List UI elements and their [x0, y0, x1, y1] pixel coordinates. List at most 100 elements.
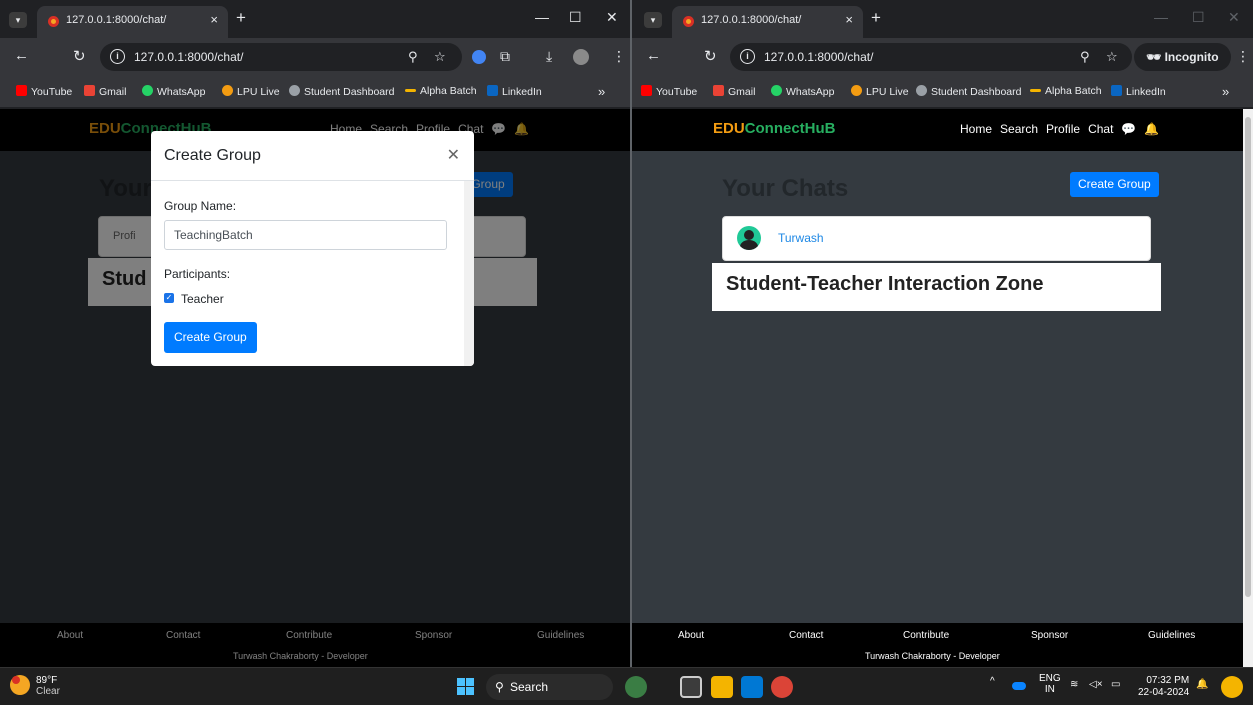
- footer-about[interactable]: About: [678, 630, 704, 641]
- bookmark-whatsapp[interactable]: WhatsApp: [771, 85, 834, 98]
- reload-icon[interactable]: ↻: [704, 47, 717, 65]
- clock[interactable]: 07:32 PM 22-04-2024: [1138, 675, 1189, 699]
- task-view-icon[interactable]: [680, 676, 702, 698]
- copilot-icon[interactable]: [1221, 676, 1243, 698]
- more-bookmarks-icon[interactable]: »: [598, 84, 605, 99]
- bookmark-gmail[interactable]: Gmail: [84, 85, 126, 98]
- create-group-submit-button[interactable]: Create Group: [164, 322, 257, 353]
- windows-start-icon[interactable]: [457, 678, 475, 696]
- wifi-icon[interactable]: ≋: [1070, 679, 1078, 690]
- search-icon: ⚲: [495, 680, 504, 694]
- file-explorer-icon[interactable]: [711, 676, 733, 698]
- battery-icon[interactable]: ▭: [1111, 679, 1120, 690]
- widgets-app-icon[interactable]: [625, 676, 647, 698]
- interaction-zone-card: Student-Teacher Interaction Zone: [712, 263, 1161, 311]
- scrollbar-thumb[interactable]: [1245, 117, 1251, 597]
- bookmark-gmail[interactable]: Gmail: [713, 85, 755, 98]
- create-group-modal: Create Group ✕ Group Name: TeachingBatch…: [151, 131, 474, 366]
- tab-search-icon[interactable]: ▾: [9, 12, 27, 28]
- nav-home[interactable]: Home: [960, 122, 992, 136]
- back-icon[interactable]: ←: [646, 47, 661, 64]
- browser-tab[interactable]: 127.0.0.1:8000/chat/ ×: [672, 6, 863, 38]
- minimize-icon[interactable]: —: [535, 9, 549, 25]
- bookmark-star-icon[interactable]: ☆: [434, 49, 446, 65]
- weather-icon[interactable]: [10, 675, 30, 695]
- chrome-icon[interactable]: [771, 676, 793, 698]
- close-window-icon[interactable]: ✕: [1228, 9, 1240, 26]
- maximize-icon[interactable]: ☐: [569, 9, 582, 26]
- footer-credit: Turwash Chakraborty - Developer: [865, 651, 1000, 661]
- address-bar[interactable]: i 127.0.0.1:8000/chat/ ⚲ ☆: [100, 43, 462, 71]
- favicon-icon: [48, 16, 59, 27]
- nav-chat[interactable]: Chat: [1088, 122, 1113, 136]
- bookmark-whatsapp[interactable]: WhatsApp: [142, 85, 205, 98]
- site-info-icon[interactable]: i: [740, 49, 755, 64]
- extensions-puzzle-icon[interactable]: ⧉: [500, 48, 510, 65]
- footer-sponsor[interactable]: Sponsor: [1031, 630, 1068, 641]
- incognito-badge[interactable]: 🕶 Incognito: [1134, 43, 1231, 71]
- close-tab-icon[interactable]: ×: [845, 12, 853, 27]
- whatsapp-icon: [142, 85, 153, 96]
- new-tab-button[interactable]: +: [871, 8, 881, 28]
- bookmark-linkedin[interactable]: LinkedIn: [1111, 85, 1166, 98]
- bookmark-youtube[interactable]: YouTube: [16, 85, 72, 98]
- site-brand[interactable]: EDUConnectHuB: [713, 120, 836, 137]
- more-bookmarks-icon[interactable]: »: [1222, 84, 1229, 99]
- chat-list-item[interactable]: Turwash: [722, 216, 1151, 261]
- bookmark-student-dashboard[interactable]: Student Dashboard: [289, 85, 394, 98]
- chat-bubble-icon[interactable]: 💬: [1121, 122, 1136, 136]
- notification-bell-icon[interactable]: 🔔: [1196, 679, 1208, 690]
- tray-overflow-icon[interactable]: ^: [990, 676, 995, 687]
- extension-icon[interactable]: [472, 50, 486, 64]
- globe-icon: [916, 85, 927, 96]
- footer-contact[interactable]: Contact: [789, 630, 823, 641]
- bookmark-alpha-batch[interactable]: Alpha Batch: [405, 85, 477, 97]
- profile-avatar[interactable]: [573, 49, 589, 65]
- close-window-icon[interactable]: ✕: [606, 9, 618, 26]
- youtube-icon: [641, 85, 652, 96]
- minimize-icon[interactable]: —: [1154, 9, 1168, 25]
- site-info-icon[interactable]: i: [110, 49, 125, 64]
- close-tab-icon[interactable]: ×: [210, 12, 218, 27]
- bookmark-lpu-live[interactable]: LPU Live: [222, 85, 280, 98]
- nav-search[interactable]: Search: [1000, 122, 1038, 136]
- language-indicator[interactable]: ENG IN: [1039, 673, 1061, 695]
- vscode-icon[interactable]: [741, 676, 763, 698]
- bookmark-alpha-batch[interactable]: Alpha Batch: [1030, 85, 1102, 97]
- back-icon[interactable]: ←: [14, 47, 29, 64]
- address-bar[interactable]: i 127.0.0.1:8000/chat/ ⚲ ☆: [730, 43, 1132, 71]
- youtube-icon: [16, 85, 27, 96]
- create-group-button[interactable]: Create Group: [1070, 172, 1159, 197]
- site-navbar: EDUConnectHuB Home Search Profile Chat 💬 🔔: [632, 109, 1253, 151]
- bookmark-lpu-live[interactable]: LPU Live: [851, 85, 909, 98]
- maximize-icon[interactable]: ☐: [1192, 9, 1205, 26]
- page-scrollbar[interactable]: [1243, 109, 1253, 667]
- zoom-icon[interactable]: ⚲: [1080, 49, 1090, 65]
- modal-scrollbar[interactable]: [464, 181, 474, 366]
- volume-icon[interactable]: ◁×: [1089, 679, 1103, 690]
- footer-contribute[interactable]: Contribute: [903, 630, 949, 641]
- weather-widget[interactable]: 89°F Clear: [36, 675, 60, 697]
- reload-icon[interactable]: ↻: [73, 47, 86, 65]
- bookmark-student-dashboard[interactable]: Student Dashboard: [916, 85, 1021, 98]
- new-tab-button[interactable]: +: [236, 8, 246, 28]
- nav-profile[interactable]: Profile: [1046, 122, 1080, 136]
- chat-name[interactable]: Turwash: [778, 231, 824, 245]
- zoom-icon[interactable]: ⚲: [408, 49, 418, 65]
- bell-icon[interactable]: 🔔: [1144, 122, 1159, 136]
- tab-search-icon[interactable]: ▾: [644, 12, 662, 28]
- participant-checkbox[interactable]: ✓: [164, 293, 174, 303]
- bookmark-star-icon[interactable]: ☆: [1106, 49, 1118, 65]
- bookmark-linkedin[interactable]: LinkedIn: [487, 85, 542, 98]
- close-icon[interactable]: ✕: [447, 145, 460, 165]
- taskbar-search[interactable]: ⚲ Search: [486, 674, 613, 700]
- bookmark-youtube[interactable]: YouTube: [641, 85, 697, 98]
- browser-tab[interactable]: 127.0.0.1:8000/chat/ ×: [37, 6, 228, 38]
- download-icon[interactable]: ⤓: [546, 48, 552, 65]
- menu-icon[interactable]: ⋮: [612, 48, 626, 65]
- onedrive-icon[interactable]: [1012, 682, 1026, 690]
- menu-icon[interactable]: ⋮: [1236, 48, 1250, 65]
- address-url: 127.0.0.1:8000/chat/: [764, 50, 874, 64]
- footer-guidelines[interactable]: Guidelines: [1148, 630, 1195, 641]
- group-name-input[interactable]: TeachingBatch: [164, 220, 447, 250]
